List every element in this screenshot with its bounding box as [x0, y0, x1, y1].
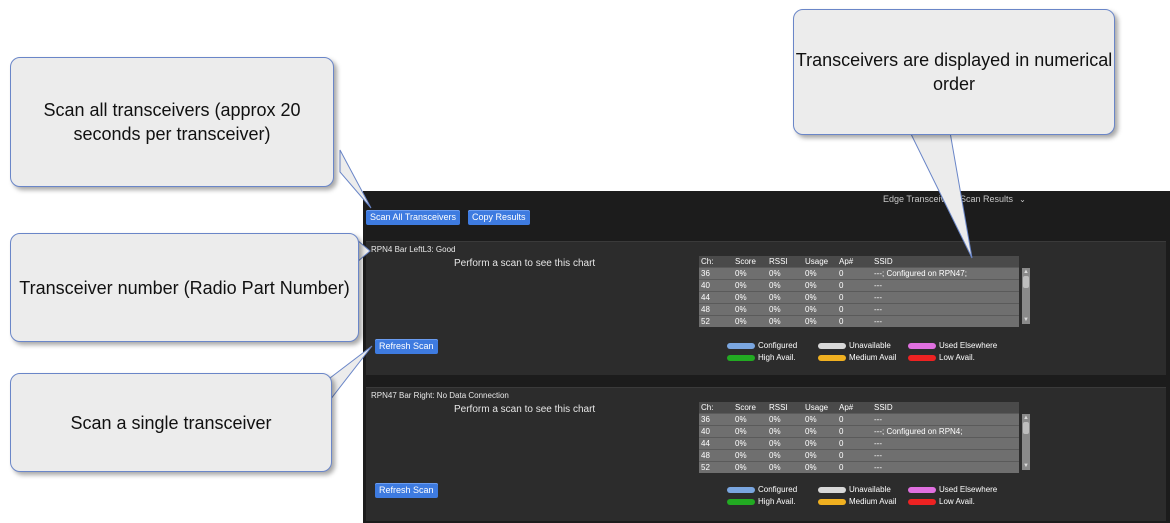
callout-scan-all: Scan all transceivers (approx 20 seconds… — [10, 57, 334, 187]
pointer-scan-all — [339, 149, 372, 209]
callout-order: Transceivers are displayed in numerical … — [793, 9, 1115, 135]
callout-rpn: Transceiver number (Radio Part Number) — [10, 233, 359, 342]
pointer-order — [909, 131, 973, 259]
callout-single: Scan a single transceiver — [10, 373, 332, 472]
callout-text: Scan all transceivers (approx 20 seconds… — [43, 100, 301, 144]
callout-text: Transceivers are displayed in numerical … — [795, 50, 1113, 94]
pointer-single — [329, 345, 373, 402]
callout-text: Transceiver number (Radio Part Number) — [19, 277, 350, 298]
callout-text: Scan a single transceiver — [70, 412, 272, 433]
